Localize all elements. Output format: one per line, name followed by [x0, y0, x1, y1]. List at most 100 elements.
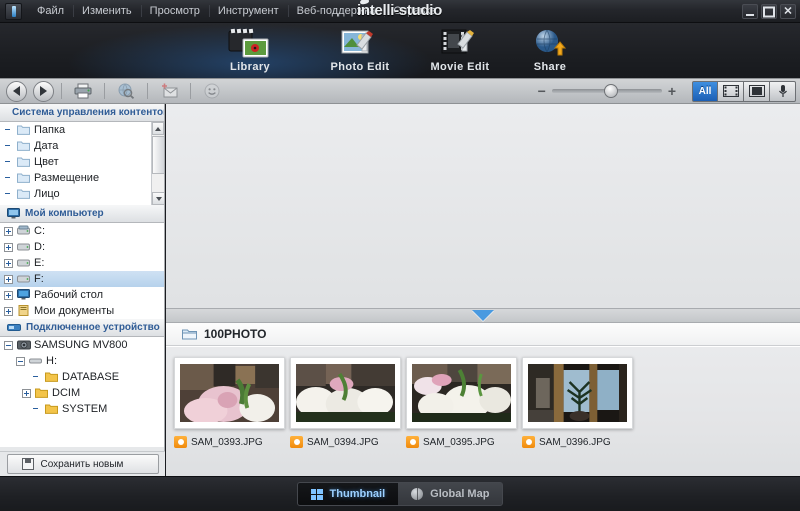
tree-item-date[interactable]: Дата [0, 138, 164, 154]
filter-photo[interactable] [744, 80, 770, 102]
my-computer-tree[interactable]: C: D: E: F: Рабочий стол Мои документы [0, 223, 164, 319]
scrollbar-thumb[interactable] [152, 136, 164, 174]
zoom-slider[interactable] [551, 84, 662, 98]
zoom-out-button[interactable]: − [532, 83, 552, 99]
secondary-toolbar: − + All [0, 78, 800, 104]
tree-item-label: Дата [34, 140, 59, 152]
toolbar-item-photo-edit[interactable]: Photo Edit [305, 27, 415, 73]
close-button[interactable] [780, 4, 796, 19]
thumbnail-item[interactable]: SAM_0394.JPG [290, 357, 406, 476]
my-computer-panel-header[interactable]: Мой компьютер [0, 205, 164, 223]
tab-thumbnail[interactable]: Thumbnail [297, 483, 399, 505]
thumbnail-item[interactable]: SAM_0396.JPG [522, 357, 638, 476]
film-icon [722, 85, 739, 97]
folder-small-icon [17, 188, 30, 200]
toolbar-divider-4 [190, 83, 191, 99]
camera-icon [290, 436, 303, 448]
app-logo-label: intelli-studio [357, 2, 442, 19]
panel-splitter[interactable] [166, 309, 800, 323]
file-label: SAM_0394.JPG [290, 436, 406, 448]
folder-small-icon [17, 124, 30, 136]
tree-item-drive-e[interactable]: E: [0, 255, 164, 271]
zoom-control: − + [532, 83, 682, 99]
main-content-area[interactable] [166, 104, 800, 309]
connected-device-tree[interactable]: SAMSUNG MV800 H: DATABASE DCIM SYSTEM [0, 337, 164, 447]
zoom-slider-handle[interactable] [603, 84, 618, 98]
photo-frame[interactable] [522, 357, 633, 429]
toolbar-divider-1 [61, 83, 62, 99]
tree-item-drive-d[interactable]: D: [0, 239, 164, 255]
menu-edit[interactable]: Изменить [73, 2, 141, 20]
hard-drive-icon [17, 257, 30, 269]
photo-icon [748, 85, 765, 97]
smiley-icon [204, 83, 220, 99]
tree-item-placement[interactable]: Размещение [0, 170, 164, 186]
file-name: SAM_0395.JPG [423, 436, 495, 448]
tree-item-color[interactable]: Цвет [0, 154, 164, 170]
folder-open-icon [182, 329, 197, 340]
tree-item-label: F: [34, 273, 44, 285]
file-name: SAM_0396.JPG [539, 436, 611, 448]
tree-item-drive-h[interactable]: H: [0, 353, 164, 369]
tab-global-map[interactable]: Global Map [398, 483, 503, 505]
thumbnail-item[interactable]: SAM_0393.JPG [174, 357, 290, 476]
folder-small-icon [17, 140, 30, 152]
filter-audio[interactable] [770, 80, 796, 102]
save-as-new-button[interactable]: Сохранить новым [6, 454, 159, 474]
content-management-tree[interactable]: Папка Дата Цвет Размещение Лицо [0, 122, 164, 205]
minimize-button[interactable] [742, 4, 758, 19]
save-bar: Сохранить новым [0, 451, 165, 476]
filter-video[interactable] [718, 80, 744, 102]
tree-item-documents[interactable]: Мои документы [0, 303, 164, 319]
filter-all[interactable]: All [692, 80, 718, 102]
menu-bar: Файл Изменить Просмотр Инструмент Веб-по… [0, 0, 800, 23]
back-button[interactable] [6, 80, 27, 102]
library-icon [195, 27, 305, 59]
search-web-button[interactable] [115, 81, 137, 101]
maximize-button[interactable] [761, 4, 777, 19]
tree-item-label: H: [46, 355, 57, 367]
new-mail-button[interactable] [158, 81, 180, 101]
view-mode-tabs: Thumbnail Global Map [296, 482, 504, 506]
toolbar-divider-2 [104, 83, 105, 99]
my-computer-panel-title: Мой компьютер [25, 208, 104, 219]
tree-item-label: Мои документы [34, 305, 115, 317]
content-management-panel-header[interactable]: Система управления контентоı [0, 104, 164, 122]
tree-item-face[interactable]: Лицо [0, 186, 164, 202]
window-controls [742, 4, 796, 19]
folder-small-icon [17, 156, 30, 168]
menu-view[interactable]: Просмотр [140, 2, 209, 20]
forward-button[interactable] [33, 80, 54, 102]
content-tree-scrollbar[interactable] [151, 122, 164, 205]
connected-device-panel-header[interactable]: Подключенное устройство [0, 319, 164, 337]
tree-item-folder[interactable]: Папка [0, 122, 164, 138]
removable-drive-icon [29, 355, 42, 367]
photo-frame[interactable] [406, 357, 517, 429]
print-button[interactable] [72, 81, 94, 101]
tree-item-samsung-mv800[interactable]: SAMSUNG MV800 [0, 337, 164, 353]
toolbar-item-share[interactable]: Share [495, 27, 605, 73]
camera-device-icon [17, 339, 31, 351]
toolbar-item-library[interactable]: Library [195, 27, 305, 73]
thumbnail-item[interactable]: SAM_0395.JPG [406, 357, 522, 476]
photo-frame[interactable] [174, 357, 285, 429]
toolbar-label-photo-edit: Photo Edit [330, 61, 390, 73]
tree-item-system[interactable]: SYSTEM [0, 401, 164, 417]
tree-item-desktop[interactable]: Рабочий стол [0, 287, 164, 303]
globe-search-icon [118, 83, 135, 99]
menu-file[interactable]: Файл [28, 2, 73, 20]
tree-item-label: Цвет [34, 156, 59, 168]
tree-item-drive-f[interactable]: F: [0, 271, 164, 287]
collapse-down-icon[interactable] [472, 310, 494, 321]
scroll-up-icon[interactable] [152, 122, 164, 135]
tree-item-label: Размещение [34, 172, 100, 184]
zoom-in-button[interactable]: + [662, 83, 682, 99]
scroll-down-icon[interactable] [152, 192, 164, 205]
face-tag-button[interactable] [201, 81, 223, 101]
photo-frame[interactable] [290, 357, 401, 429]
menu-tools[interactable]: Инструмент [208, 2, 288, 20]
tree-item-drive-c[interactable]: C: [0, 223, 164, 239]
tree-item-label: E: [34, 257, 45, 269]
tree-item-dcim[interactable]: DCIM [0, 385, 164, 401]
tree-item-database[interactable]: DATABASE [0, 369, 164, 385]
